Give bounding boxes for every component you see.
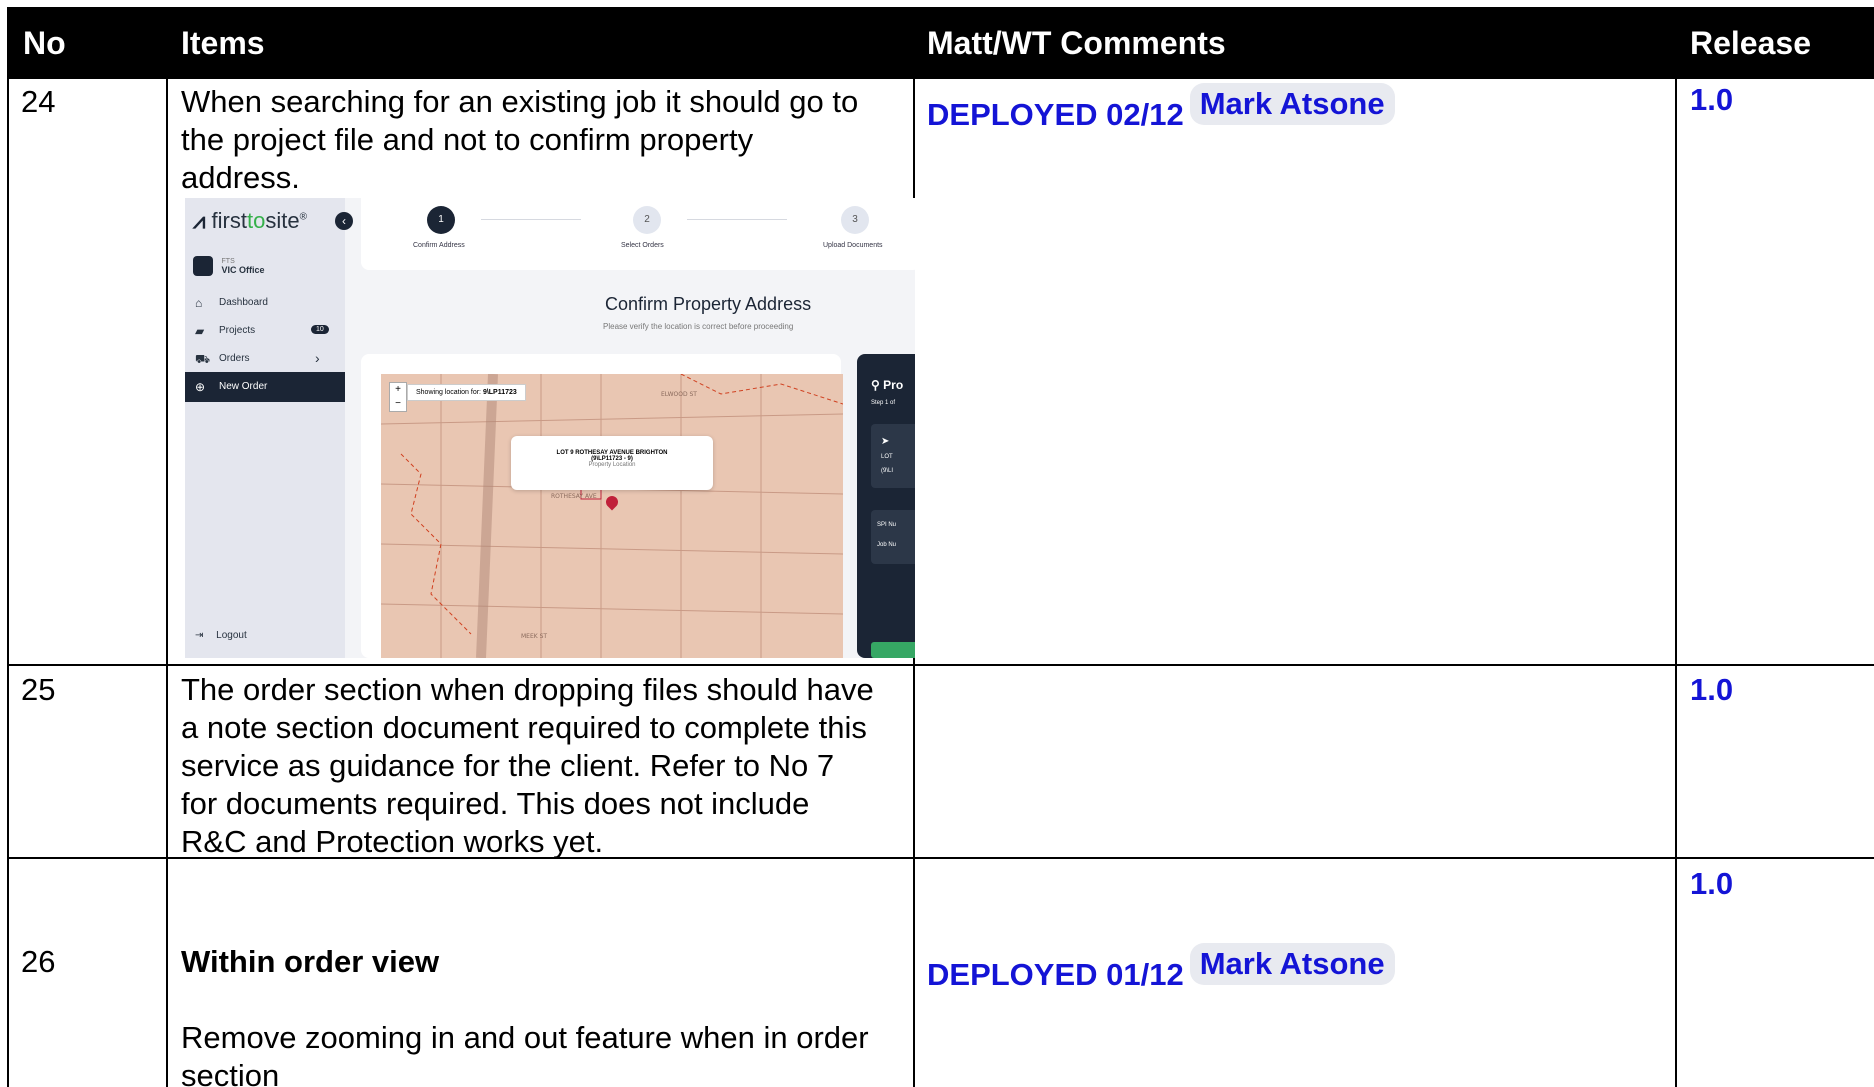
office-switcher: FTS VIC Office	[193, 256, 265, 276]
table-header: No Items Matt/WT Comments Release	[7, 7, 1874, 79]
confirm-subtitle: Please verify the location is correct be…	[603, 322, 794, 331]
projects-count-badge: 10	[311, 325, 329, 334]
chevron-right-icon: ›	[315, 350, 320, 366]
row-number: 26	[21, 944, 56, 979]
navigate-icon: ➤	[881, 436, 890, 447]
comment-cell: DEPLOYED 02/12 Mark Atsone	[927, 83, 1395, 134]
address-box: ➤ LOT (9\LI	[871, 424, 915, 488]
grid-line	[166, 79, 168, 1087]
map-zoom-control: + −	[389, 382, 407, 412]
property-map: ELWOOD ST ROTHESAY AVE MEEK ST + − Showin…	[381, 374, 843, 658]
item-line: The order section when dropping files sh…	[181, 672, 874, 707]
svg-text:MEEK ST: MEEK ST	[521, 633, 547, 640]
panel-step: Step 1 of	[871, 400, 896, 406]
item-line: address.	[181, 160, 300, 195]
item-line: the project file and not to confirm prop…	[181, 122, 754, 157]
header-comments: Matt/WT Comments	[927, 25, 1226, 61]
identifiers-box: SPI Nu Job Nu	[871, 510, 915, 564]
grid-line	[7, 664, 1874, 666]
item-line: section	[181, 1058, 280, 1087]
item-line: When searching for an existing job it sh…	[181, 84, 859, 119]
requirements-table: No Items Matt/WT Comments Release 24 Whe…	[7, 7, 1874, 1087]
logout-link: ⇥ Logout	[195, 630, 247, 641]
property-details-panel: ⚲ Pro Step 1 of ➤ LOT (9\LI SPI Nu Job N…	[857, 354, 915, 658]
step-2: 2	[633, 206, 661, 234]
person-chip[interactable]: Mark Atsone	[1189, 943, 1395, 985]
folder-icon: ▰	[195, 324, 205, 338]
deployed-status: DEPLOYED 01/12	[927, 957, 1184, 992]
step-1: 1	[427, 206, 455, 234]
location-pin-icon: ⚲	[871, 378, 880, 392]
steps-progress: 1 Confirm Address 2 Select Orders 3 Uplo…	[361, 198, 915, 270]
app-logo: ⩘ firsttosite®	[193, 208, 307, 233]
nav-orders: ⛟ Orders ›	[195, 350, 320, 366]
step-2-label: Select Orders	[621, 242, 664, 249]
svg-text:ROTHESAY AVE: ROTHESAY AVE	[551, 493, 597, 500]
row-number: 24	[21, 84, 56, 119]
showing-location-label: Showing location for: 9\LP11723	[407, 384, 526, 401]
comment-cell: DEPLOYED 01/12 Mark Atsone	[927, 943, 1395, 994]
item-heading: Within order view	[181, 944, 440, 979]
step-3: 3	[841, 206, 869, 234]
building-icon	[193, 256, 213, 276]
step-1-label: Confirm Address	[413, 242, 465, 249]
collapse-icon: ‹	[335, 212, 353, 230]
confirm-title: Confirm Property Address	[605, 294, 812, 314]
item-text: When searching for an existing job it sh…	[181, 83, 911, 197]
header-release: Release	[1690, 25, 1811, 61]
map-popup: LOT 9 ROTHESAY AVENUE BRIGHTON (9\LP1172…	[511, 436, 713, 490]
grid-line	[1675, 79, 1677, 1087]
step-connector	[687, 219, 787, 220]
continue-button	[871, 642, 915, 658]
svg-text:ELWOOD ST: ELWOOD ST	[661, 391, 697, 398]
header-no: No	[23, 25, 66, 61]
release-version: 1.0	[1690, 866, 1734, 901]
header-items: Items	[181, 25, 265, 61]
nav-projects: ▰ Projects 10	[185, 316, 345, 346]
item-text: Within order view Remove zooming in and …	[181, 943, 911, 1087]
item-line: service as guidance for the client. Refe…	[181, 748, 835, 783]
release-version: 1.0	[1690, 82, 1734, 117]
embedded-screenshot: ⩘ firsttosite® ‹ FTS VIC Office ⌂ Dashbo…	[185, 198, 915, 658]
nav-dashboard: ⌂ Dashboard	[195, 296, 268, 310]
map-parcels: ELWOOD ST ROTHESAY AVE MEEK ST	[381, 374, 843, 658]
item-line: a note section document required to comp…	[181, 710, 867, 745]
map-card: ELWOOD ST ROTHESAY AVE MEEK ST + − Showin…	[361, 354, 843, 658]
deployed-status: DEPLOYED 02/12	[927, 97, 1184, 132]
nav-new-order: ⊕ New Order	[185, 372, 345, 402]
item-line: R&C and Protection works yet.	[181, 824, 604, 859]
item-text: The order section when dropping files sh…	[181, 671, 911, 861]
logout-icon: ⇥	[195, 630, 204, 641]
cart-icon: ⛟	[195, 352, 211, 366]
app-sidebar: ⩘ firsttosite® ‹ FTS VIC Office ⌂ Dashbo…	[185, 198, 353, 658]
panel-title: ⚲ Pro	[871, 378, 904, 392]
item-line: for documents required. This does not in…	[181, 786, 810, 821]
item-line: Remove zooming in and out feature when i…	[181, 1020, 869, 1055]
step-3-label: Upload Documents	[823, 242, 883, 249]
step-connector	[481, 219, 581, 220]
row-number: 25	[21, 672, 56, 707]
grid-line	[7, 7, 9, 1087]
plus-circle-icon: ⊕	[195, 380, 206, 394]
home-icon: ⌂	[195, 296, 203, 310]
person-chip[interactable]: Mark Atsone	[1189, 83, 1395, 125]
release-version: 1.0	[1690, 672, 1734, 707]
